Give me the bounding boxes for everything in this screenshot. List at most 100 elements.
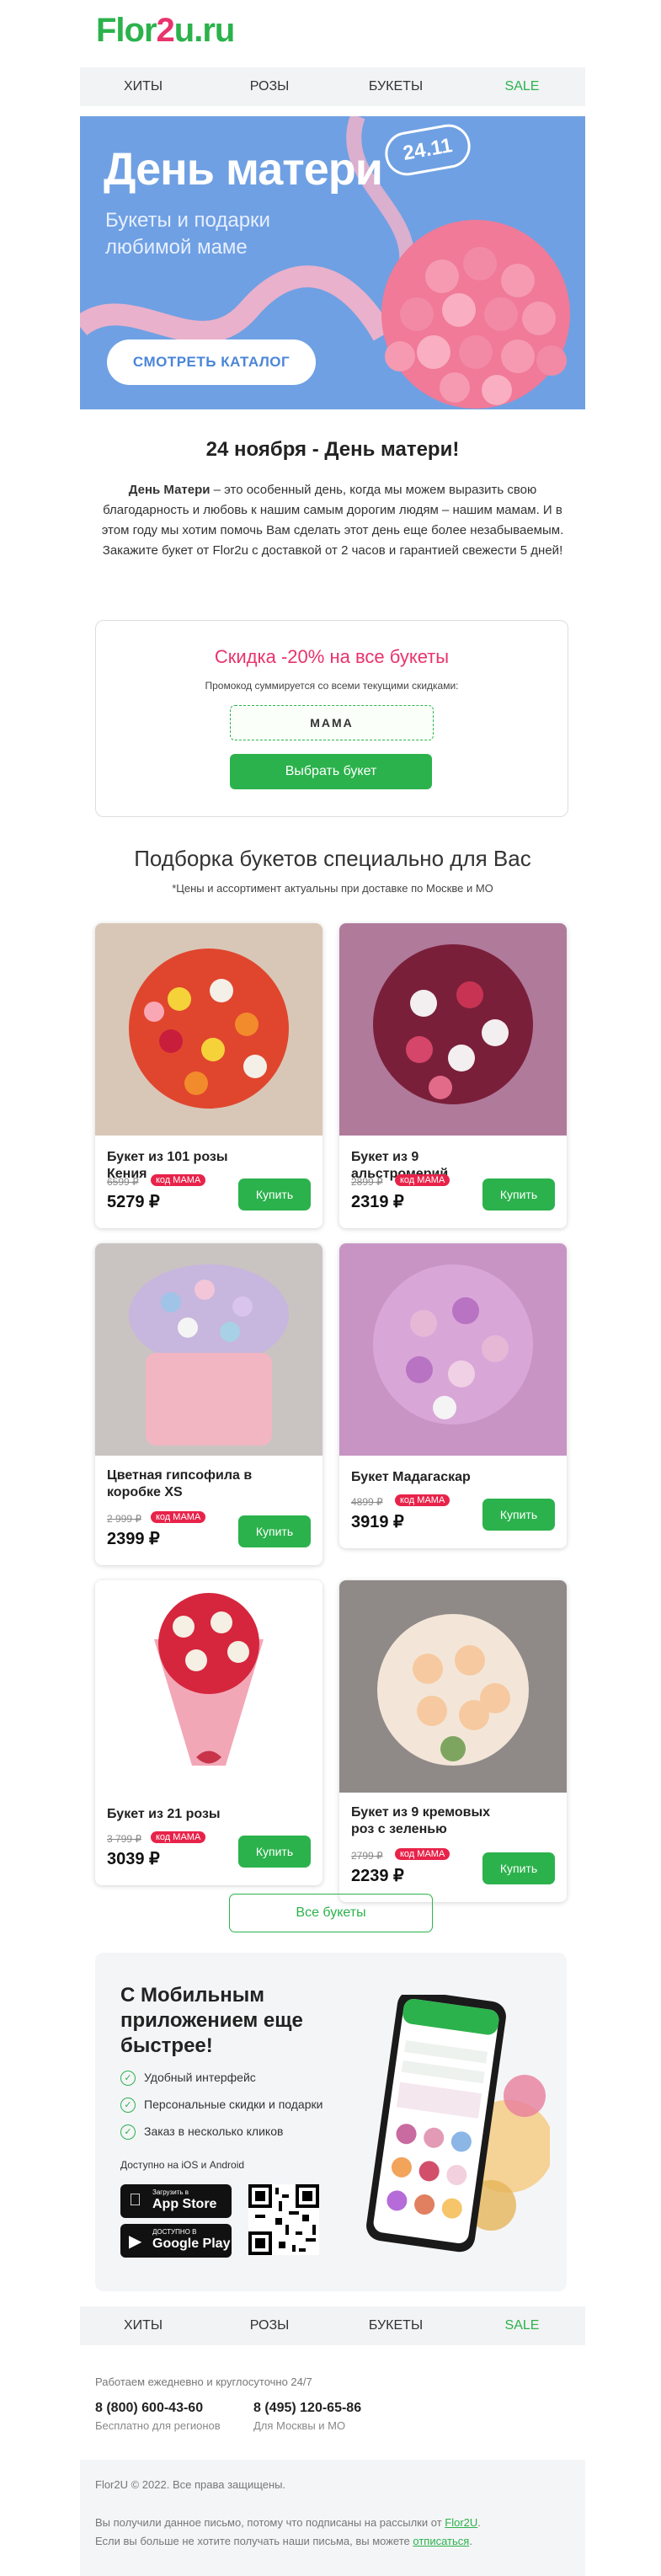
promo-code[interactable]: МАМА xyxy=(230,705,434,740)
menu-item-bouquets[interactable]: БУКЕТЫ xyxy=(333,2306,459,2345)
hero-banner[interactable]: День матери Букеты и подарки любимой мам… xyxy=(80,116,585,409)
menu-item-bouquets[interactable]: БУКЕТЫ xyxy=(333,67,459,106)
subscription-info: Вы получили данное письмо, потому что по… xyxy=(95,2516,481,2547)
subscription-line-2: Если вы больше не хотите получать наши п… xyxy=(95,2535,413,2547)
promo-box: Скидка -20% на все букеты Промокод сумми… xyxy=(95,620,568,817)
logo-part-flor: Flor xyxy=(96,12,157,49)
check-icon: ✓ xyxy=(120,2098,136,2114)
app-store-label: App Store xyxy=(152,2197,217,2211)
google-play-button[interactable]: ▶ ДОСТУПНО В Google Play xyxy=(120,2224,232,2258)
app-store-button[interactable]:  Загрузить в App Store xyxy=(120,2184,232,2218)
contact-regions: 8 (800) 600-43-60 Бесплатно для регионов xyxy=(95,2401,221,2432)
selection-note: *Цены и ассортимент актуальны при достав… xyxy=(172,882,493,895)
promo-code-badge: код МАМА xyxy=(395,1848,450,1860)
check-icon: ✓ xyxy=(120,2071,136,2087)
product-price: 3039 ₽ xyxy=(107,1850,160,1868)
menu-item-sale[interactable]: SALE xyxy=(459,67,585,106)
product-old-price: 6599 ₽ xyxy=(107,1176,139,1188)
copyright: Flor2U © 2022. Все права защищены. xyxy=(95,2478,286,2491)
app-store-small-label: Загрузить в xyxy=(152,2189,189,2196)
product-name[interactable]: Букет Мадагаскар xyxy=(351,1469,503,1486)
app-availability: Доступно на iOS и Android xyxy=(120,2159,245,2171)
app-feature-label: Персональные скидки и подарки xyxy=(144,2098,323,2111)
all-bouquets-button[interactable]: Все букеты xyxy=(229,1894,433,1932)
product-old-price: 4899 ₽ xyxy=(351,1496,383,1508)
product-name[interactable]: Букет из 9 кремовых роз с зеленью xyxy=(351,1804,503,1838)
subscription-line-1: Вы получили данное письмо, потому что по… xyxy=(95,2516,445,2529)
app-feature-label: Заказ в несколько кликов xyxy=(144,2124,284,2138)
selection-title: Подборка букетов специально для Вас xyxy=(134,846,531,871)
menu-item-roses[interactable]: РОЗЫ xyxy=(206,2306,333,2345)
intro-text: День Матери – это особенный день, когда … xyxy=(93,480,573,561)
app-feature: ✓ Персональные скидки и подарки xyxy=(120,2098,323,2114)
product-image-roses-21 xyxy=(95,1580,323,1793)
product-card[interactable]: Букет из 21 розы 3 799 ₽ код МАМА 3039 ₽… xyxy=(95,1580,323,1885)
choose-bouquet-button[interactable]: Выбрать букет xyxy=(230,754,432,789)
logo[interactable]: Flor2u.ru xyxy=(96,12,236,50)
product-card[interactable]: Букет из 9 кремовых роз с зеленью 2799 ₽… xyxy=(339,1580,567,1902)
product-image-madagascar xyxy=(339,1243,567,1456)
product-card[interactable]: Букет из 101 розы Кения 6599 ₽ код МАМА … xyxy=(95,923,323,1228)
phone-moscow[interactable]: 8 (495) 120-65-86 xyxy=(253,2401,361,2416)
product-name[interactable]: Цветная гипсофила в коробке XS xyxy=(107,1467,259,1501)
hero-title: День матери xyxy=(104,144,383,195)
promo-code-badge: код МАМА xyxy=(395,1174,450,1186)
menu-item-hits[interactable]: ХИТЫ xyxy=(80,2306,206,2345)
hero-subtitle: Букеты и подарки любимой маме xyxy=(105,209,270,259)
contact-moscow: 8 (495) 120-65-86 Для Москвы и МО xyxy=(253,2401,361,2432)
contacts: Работаем ежедневно и круглосуточно 24/7 … xyxy=(95,2376,567,2432)
buy-button[interactable]: Купить xyxy=(238,1515,311,1547)
product-card[interactable]: Букет из 9 альстромерий 2899 ₽ код МАМА … xyxy=(339,923,567,1228)
google-play-small-label: ДОСТУПНО В xyxy=(152,2228,197,2236)
product-image-roses-101 xyxy=(95,923,323,1136)
product-price: 2399 ₽ xyxy=(107,1530,160,1548)
logo-part-uru: u.ru xyxy=(173,12,236,49)
app-phone-mockup xyxy=(366,1995,550,2253)
phone-regions[interactable]: 8 (800) 600-43-60 xyxy=(95,2401,221,2416)
product-card[interactable]: Цветная гипсофила в коробке XS 2 999 ₽ к… xyxy=(95,1243,323,1565)
qr-code-icon[interactable] xyxy=(248,2184,319,2255)
top-menu: ХИТЫ РОЗЫ БУКЕТЫ SALE xyxy=(80,67,585,106)
product-name[interactable]: Букет из 21 розы xyxy=(107,1806,259,1823)
flor2u-link[interactable]: Flor2U xyxy=(445,2516,477,2529)
footer: Flor2U © 2022. Все права защищены. Вы по… xyxy=(80,2460,585,2576)
app-feature: ✓ Заказ в несколько кликов xyxy=(120,2124,283,2140)
promo-title: Скидка -20% на все букеты xyxy=(214,646,450,667)
view-catalog-button[interactable]: СМОТРЕТЬ КАТАЛОГ xyxy=(107,339,316,385)
product-old-price: 2 999 ₽ xyxy=(107,1513,141,1525)
promo-note: Промокод суммируется со всеми текущими с… xyxy=(205,680,459,692)
app-feature-label: Удобный интерфейс xyxy=(144,2071,256,2084)
buy-button[interactable]: Купить xyxy=(482,1852,555,1884)
logo-part-2: 2 xyxy=(156,12,175,49)
menu-item-roses[interactable]: РОЗЫ xyxy=(206,67,333,106)
promo-code-badge: код МАМА xyxy=(395,1494,450,1506)
intro-bold: День Матери xyxy=(128,483,211,497)
product-price: 3919 ₽ xyxy=(351,1513,404,1531)
promo-code-badge: код МАМА xyxy=(151,1174,206,1186)
buy-button[interactable]: Купить xyxy=(238,1836,311,1868)
promo-code-badge: код МАМА xyxy=(151,1831,206,1843)
mobile-app-promo: С Мобильным приложением еще быстрее! ✓ Уд… xyxy=(95,1953,567,2291)
buy-button[interactable]: Купить xyxy=(482,1499,555,1531)
buy-button[interactable]: Купить xyxy=(238,1178,311,1211)
product-image-alstroemeria xyxy=(339,923,567,1136)
phone-regions-desc: Бесплатно для регионов xyxy=(95,2419,221,2432)
product-image-gypsophila-box xyxy=(95,1243,323,1456)
phone-moscow-desc: Для Москвы и МО xyxy=(253,2419,346,2432)
product-old-price: 2799 ₽ xyxy=(351,1850,383,1862)
promo-code-badge: код МАМА xyxy=(151,1511,206,1523)
check-icon: ✓ xyxy=(120,2124,136,2140)
intro-text-2: Закажите букет от Flor2u с доставкой от … xyxy=(102,543,563,558)
intro-heading: 24 ноября - День матери! xyxy=(205,438,460,461)
product-card[interactable]: Букет Мадагаскар 4899 ₽ код МАМА 3919 ₽ … xyxy=(339,1243,567,1548)
apple-icon:  xyxy=(129,2191,141,2210)
buy-button[interactable]: Купить xyxy=(482,1178,555,1211)
rose-bouquet-illustration xyxy=(381,220,570,409)
google-play-label: Google Play xyxy=(152,2237,231,2251)
unsubscribe-link[interactable]: отписаться xyxy=(413,2535,469,2547)
product-price: 2239 ₽ xyxy=(351,1867,404,1885)
product-price: 5279 ₽ xyxy=(107,1193,160,1211)
menu-item-sale[interactable]: SALE xyxy=(459,2306,585,2345)
app-title: С Мобильным приложением еще быстрее! xyxy=(120,1984,303,2057)
menu-item-hits[interactable]: ХИТЫ xyxy=(80,67,206,106)
